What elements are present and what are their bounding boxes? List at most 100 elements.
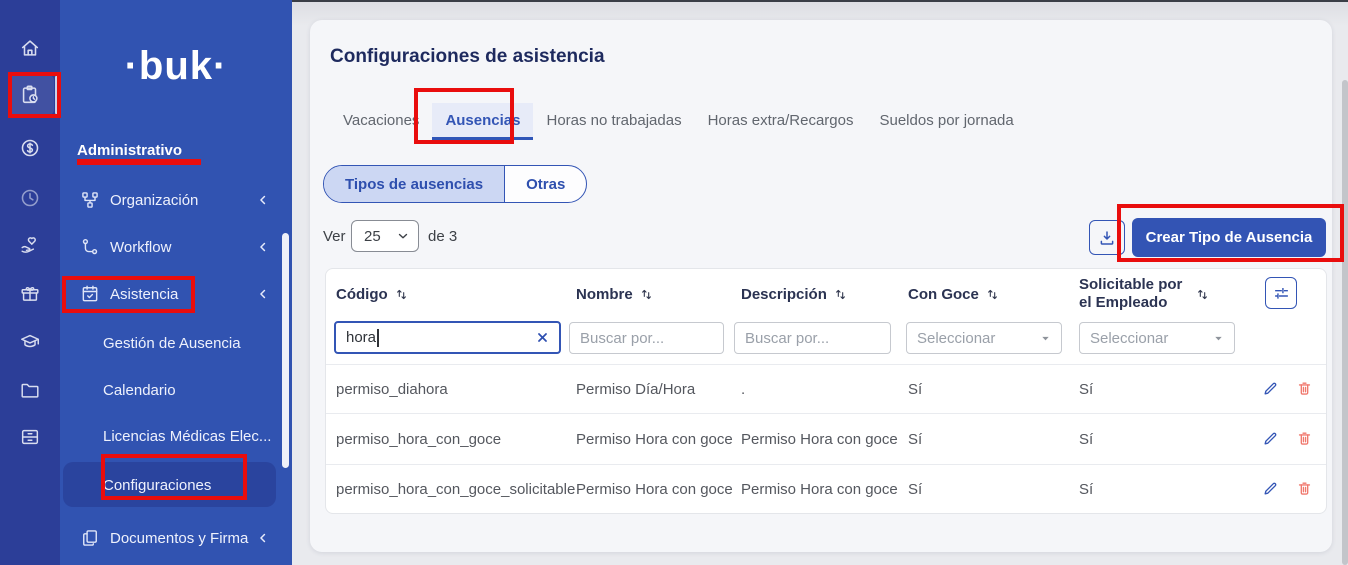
sidebar-subitem-calendario[interactable]: Calendario xyxy=(60,372,292,408)
cell-solicitable: Sí xyxy=(1079,381,1093,398)
clear-filter-icon[interactable] xyxy=(536,331,549,344)
segmented-control: Tipos de ausencias Otras xyxy=(323,165,587,203)
cell-solicitable: Sí xyxy=(1079,481,1093,498)
cell-codigo: permiso_hora_con_goce xyxy=(336,431,501,448)
org-chart-icon xyxy=(80,190,100,210)
sidebar-subitem-label: Configuraciones xyxy=(103,477,211,494)
cell-solicitable: Sí xyxy=(1079,431,1093,448)
edit-pencil-icon[interactable] xyxy=(1262,480,1279,497)
tab-bar: Vacaciones Ausencias Horas no trabajadas… xyxy=(330,103,1027,140)
cell-con-goce: Sí xyxy=(908,481,922,498)
column-header-codigo[interactable]: Código xyxy=(336,286,409,303)
sidebar-subitem-label: Licencias Médicas Elec... xyxy=(103,428,271,445)
dollar-circle-icon[interactable] xyxy=(19,137,41,159)
delete-trash-icon[interactable] xyxy=(1296,430,1313,447)
ausencias-table: Código Nombre Descripción Con Goce Solic… xyxy=(325,268,1327,514)
page-size-value: 25 xyxy=(364,228,396,245)
content-card: Configuraciones de asistencia Vacaciones… xyxy=(310,20,1332,552)
tab-ausencias[interactable]: Ausencias xyxy=(432,103,533,140)
tab-sueldos-por-jornada[interactable]: Sueldos por jornada xyxy=(866,103,1026,140)
cell-descripcion: . xyxy=(741,381,745,398)
sidebar-item-documentos-y-firma[interactable]: Documentos y Firma xyxy=(60,520,292,556)
sidebar-item-label: Documentos y Firma xyxy=(110,530,248,547)
total-count-label: de 3 xyxy=(428,228,457,245)
cell-con-goce: Sí xyxy=(908,381,922,398)
sidebar-item-label: Organización xyxy=(110,192,198,209)
page-size-select[interactable]: 25 xyxy=(351,220,419,252)
column-label: Con Goce xyxy=(908,286,979,303)
column-header-descripcion[interactable]: Descripción xyxy=(741,286,848,303)
sidebar-scrollbar[interactable] xyxy=(282,233,289,468)
caret-down-icon xyxy=(1213,333,1224,344)
cell-codigo: permiso_hora_con_goce_solicitable xyxy=(336,481,575,498)
delete-trash-icon[interactable] xyxy=(1296,380,1313,397)
create-tipo-ausencia-button[interactable]: Crear Tipo de Ausencia xyxy=(1132,218,1326,257)
sidebar-subitem-licencias-medicas[interactable]: Licencias Médicas Elec... xyxy=(60,418,292,454)
chevron-left-icon xyxy=(256,531,270,545)
chevron-left-icon xyxy=(256,193,270,207)
column-header-con-goce[interactable]: Con Goce xyxy=(908,286,1000,303)
sidebar-item-asistencia[interactable]: Asistencia xyxy=(60,276,292,312)
column-label: Descripción xyxy=(741,286,827,303)
column-header-solicitable[interactable]: Solicitable por el Empleado xyxy=(1079,276,1191,312)
folder-icon[interactable] xyxy=(19,379,41,401)
descripcion-filter-input[interactable]: Buscar por... xyxy=(734,322,891,354)
edit-pencil-icon[interactable] xyxy=(1262,380,1279,397)
sort-icon[interactable] xyxy=(833,287,848,302)
sort-icon[interactable] xyxy=(985,287,1000,302)
nombre-filter-input[interactable]: Buscar por... xyxy=(569,322,724,354)
delete-trash-icon[interactable] xyxy=(1296,480,1313,497)
filter-placeholder: Buscar por... xyxy=(580,330,664,347)
clipboard-clock-icon[interactable] xyxy=(19,84,41,106)
section-header-administrativo: Administrativo xyxy=(77,142,182,159)
chevron-left-icon xyxy=(256,240,270,254)
page-scrollbar[interactable] xyxy=(1342,80,1348,565)
home-icon[interactable] xyxy=(19,37,41,59)
download-button[interactable] xyxy=(1089,220,1125,255)
tab-horas-extra-recargos[interactable]: Horas extra/Recargos xyxy=(695,103,867,140)
icon-rail xyxy=(0,0,60,565)
edit-pencil-icon[interactable] xyxy=(1262,430,1279,447)
calendar-check-icon xyxy=(80,284,100,304)
sort-icon[interactable] xyxy=(1195,287,1210,302)
column-header-nombre[interactable]: Nombre xyxy=(576,286,654,303)
sidebar-item-workflow[interactable]: Workflow xyxy=(60,229,292,265)
main-area: Configuraciones de asistencia Vacaciones… xyxy=(292,0,1348,565)
sort-icon[interactable] xyxy=(394,287,409,302)
workflow-icon xyxy=(80,237,100,257)
gift-icon[interactable] xyxy=(19,282,41,304)
chevron-left-icon xyxy=(256,287,270,301)
filter-placeholder: Buscar por... xyxy=(745,330,829,347)
column-label: Nombre xyxy=(576,286,633,303)
hand-heart-icon[interactable] xyxy=(19,234,41,256)
codigo-filter-input[interactable]: hora xyxy=(334,321,561,354)
tab-horas-no-trabajadas[interactable]: Horas no trabajadas xyxy=(533,103,694,140)
con-goce-filter-select[interactable]: Seleccionar xyxy=(906,322,1062,354)
sliders-icon xyxy=(1273,285,1290,302)
sidebar-subitem-configuraciones[interactable]: Configuraciones xyxy=(60,467,292,503)
sidebar-menu-panel: ·buk· Administrativo Organización Workfl… xyxy=(60,0,292,565)
tab-vacaciones[interactable]: Vacaciones xyxy=(330,103,432,140)
solicitable-filter-select[interactable]: Seleccionar xyxy=(1079,322,1235,354)
sort-icon[interactable] xyxy=(639,287,654,302)
cabinet-icon[interactable] xyxy=(19,426,41,448)
select-placeholder: Seleccionar xyxy=(1090,330,1168,347)
cell-descripcion: Permiso Hora con goce xyxy=(741,431,898,448)
clock-icon[interactable] xyxy=(19,187,41,209)
segment-otras[interactable]: Otras xyxy=(504,166,586,202)
sidebar-item-organizacion[interactable]: Organización xyxy=(60,182,292,218)
cell-nombre: Permiso Día/Hora xyxy=(576,381,695,398)
top-divider xyxy=(292,0,1348,2)
graduation-cap-icon[interactable] xyxy=(19,331,41,353)
column-label: Código xyxy=(336,286,388,303)
page-title: Configuraciones de asistencia xyxy=(330,46,605,68)
cell-nombre: Permiso Hora con goce xyxy=(576,431,733,448)
sidebar-subitem-gestion-de-ausencia[interactable]: Gestión de Ausencia xyxy=(60,325,292,361)
download-icon xyxy=(1098,229,1116,247)
cell-codigo: permiso_diahora xyxy=(336,381,448,398)
segment-tipos-de-ausencias[interactable]: Tipos de ausencias xyxy=(324,166,504,202)
documents-icon xyxy=(80,528,100,548)
select-placeholder: Seleccionar xyxy=(917,330,995,347)
column-settings-button[interactable] xyxy=(1265,277,1297,309)
sidebar-item-label: Asistencia xyxy=(110,286,178,303)
